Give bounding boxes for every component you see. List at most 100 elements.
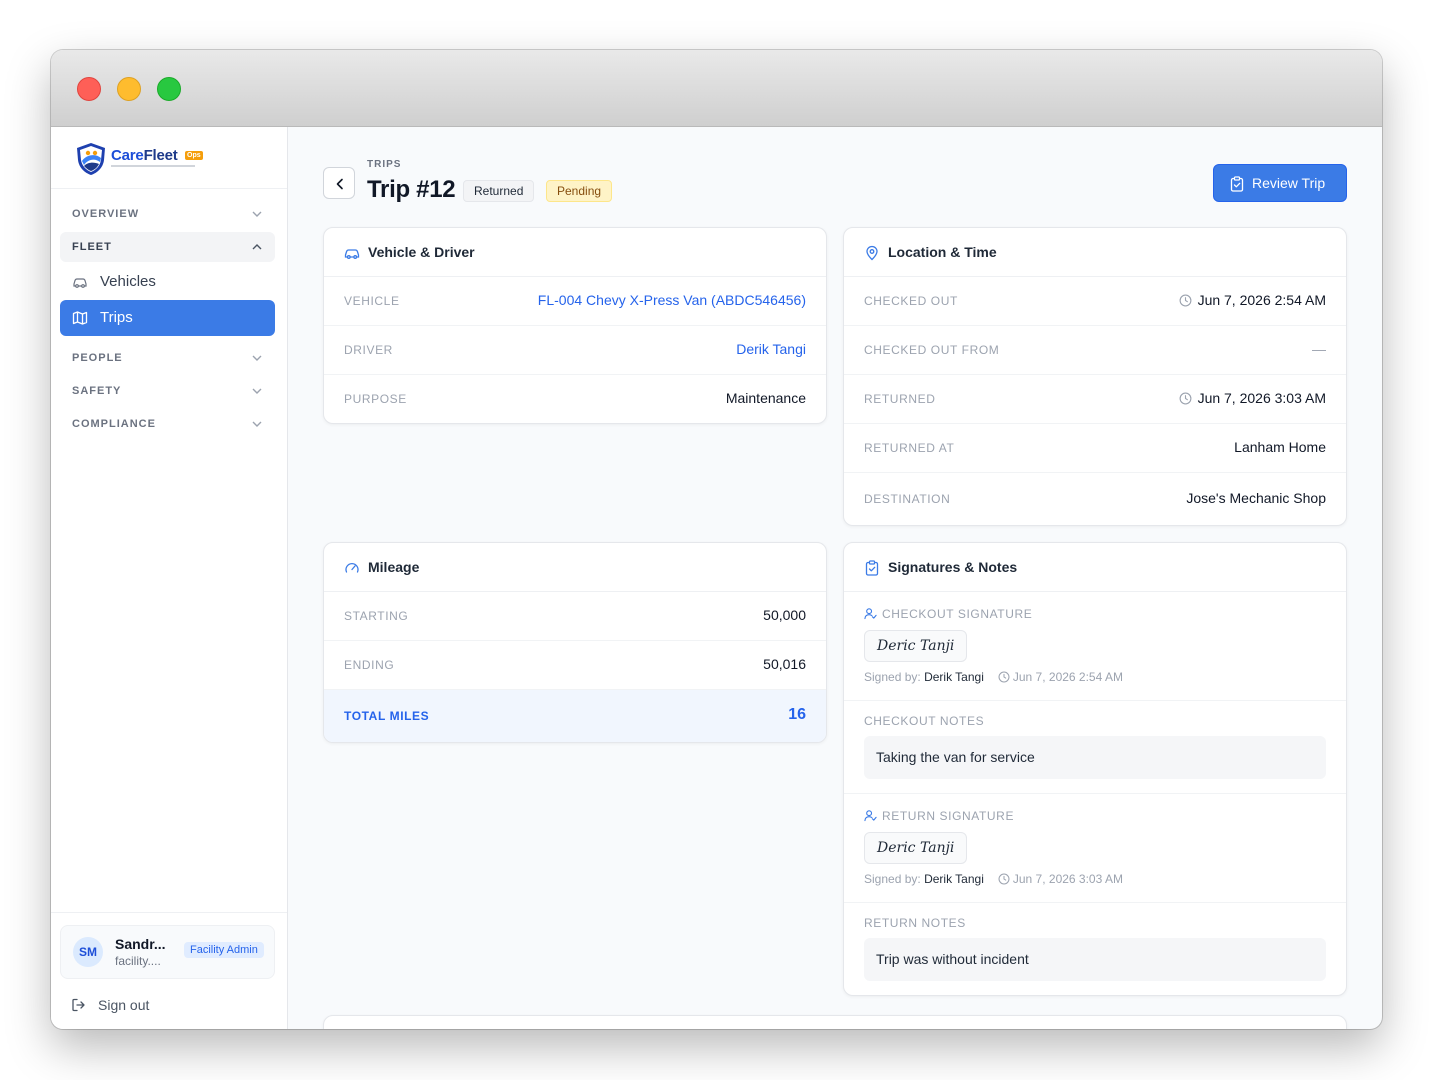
total-row: TOTAL MILES 16: [324, 690, 826, 742]
chevron-up-icon: [252, 244, 262, 250]
section-label: CHECKOUT NOTES: [864, 714, 985, 728]
row-value: Jose's Mechanic Shop: [1186, 490, 1326, 506]
clock-icon: [998, 873, 1010, 885]
vehicle-link[interactable]: FL-004 Chevy X-Press Van (ABDC546456): [538, 292, 806, 308]
car-icon: [344, 249, 360, 259]
signed-by-label: Signed by:: [864, 670, 921, 684]
user-email: facility....: [115, 954, 161, 968]
minimize-window-button[interactable]: [117, 77, 141, 101]
clipboard-check-icon: [1230, 176, 1244, 192]
card-header: Signatures & Notes: [844, 543, 1346, 592]
main-content: TRIPS Trip #12 Returned Pending Review T…: [288, 127, 1382, 1029]
signer-name: Derik Tangi: [924, 872, 984, 886]
review-trip-label: Review Trip: [1252, 175, 1326, 191]
role-badge: Facility Admin: [184, 942, 264, 958]
sidebar-item-vehicles[interactable]: Vehicles: [60, 264, 275, 300]
clipboard-check-icon: [865, 560, 879, 576]
detail-row: CHECKED OUT Jun 7, 2026 2:54 AM: [844, 277, 1346, 326]
clock-icon: [1179, 294, 1192, 307]
nav-section-overview[interactable]: OVERVIEW: [60, 199, 275, 229]
status-badge-pending: Pending: [546, 180, 613, 202]
driver-link[interactable]: Derik Tangi: [736, 341, 806, 357]
row-value: 50,016: [763, 656, 806, 672]
brand-tagline-graphic: [111, 165, 195, 167]
row-value: 50,000: [763, 607, 806, 623]
chevron-down-icon: [252, 355, 262, 361]
row-value: Lanham Home: [1234, 439, 1326, 455]
mileage-card: Mileage STARTING 50,000 ENDING 50,016 TO…: [323, 542, 827, 743]
signature-image: Deric Tanji: [864, 832, 968, 864]
row-label: CHECKED OUT: [864, 294, 958, 308]
row-label: TOTAL MILES: [344, 709, 430, 723]
vehicle-driver-card: Vehicle & Driver VEHICLE FL-004 Chevy X-…: [323, 227, 827, 424]
row-label: RETURNED AT: [864, 441, 955, 455]
title-bar: [51, 50, 1382, 127]
map-pin-icon: [866, 245, 878, 261]
notes-text: Taking the van for service: [864, 736, 1326, 779]
sidebar-item-label: Trips: [100, 309, 133, 326]
close-window-button[interactable]: [77, 77, 101, 101]
card-title: Vehicle & Driver: [368, 244, 475, 260]
location-time-card: Location & Time CHECKED OUT Jun 7, 2026 …: [843, 227, 1347, 526]
card-header: Vehicle & Driver: [324, 228, 826, 277]
row-value: —: [1312, 341, 1326, 357]
return-notes-block: RETURN NOTES Trip was without incident: [844, 903, 1346, 995]
detail-row: RETURNED Jun 7, 2026 3:03 AM: [844, 375, 1346, 424]
nav-section-people[interactable]: PEOPLE: [60, 343, 275, 373]
app-body: CareFleet Ops OVERVIEW FLEET Vehicles Tr…: [51, 127, 1382, 1029]
card-header: Mileage: [324, 543, 826, 592]
user-check-icon: [864, 608, 877, 620]
user-card[interactable]: SM Sandr... facility.... Facility Admin: [60, 925, 275, 979]
row-label: STARTING: [344, 609, 409, 623]
user-name: Sandr...: [115, 936, 166, 952]
row-label: ENDING: [344, 658, 395, 672]
nav-section-safety[interactable]: SAFETY: [60, 376, 275, 406]
nav-section-label: PEOPLE: [72, 352, 123, 364]
sidebar-item-trips[interactable]: Trips: [60, 300, 275, 336]
nav-section-label: COMPLIANCE: [72, 418, 156, 430]
nav-section-label: OVERVIEW: [72, 208, 140, 220]
signature-meta: Signed by: Derik Tangi Jun 7, 2026 2:54 A…: [864, 670, 1123, 684]
nav-section-fleet[interactable]: FLEET: [60, 232, 275, 262]
chevron-left-icon: [336, 178, 343, 190]
section-label-text: CHECKOUT SIGNATURE: [882, 607, 1033, 621]
row-label: RETURNED: [864, 392, 936, 406]
row-label: PURPOSE: [344, 392, 407, 406]
chevron-down-icon: [252, 421, 262, 427]
zoom-window-button[interactable]: [157, 77, 181, 101]
sidebar-footer: SM Sandr... facility.... Facility Admin …: [51, 912, 287, 1029]
brand-logo[interactable]: CareFleet Ops: [51, 127, 287, 189]
signatures-notes-card: Signatures & Notes CHECKOUT SIGNATURE De…: [843, 542, 1347, 996]
section-label: CHECKOUT SIGNATURE: [864, 607, 1032, 621]
detail-row: DRIVER Derik Tangi: [324, 326, 826, 375]
card-title: Mileage: [368, 559, 420, 575]
detail-row: PURPOSE Maintenance: [324, 375, 826, 423]
breadcrumb[interactable]: TRIPS: [367, 159, 401, 170]
signature-time: Jun 7, 2026 2:54 AM: [1012, 670, 1123, 684]
return-signature-block: RETURN SIGNATURE Deric Tanji Signed by: …: [844, 794, 1346, 903]
gauge-icon: [345, 562, 359, 573]
row-label: DRIVER: [344, 343, 393, 357]
section-label: RETURN SIGNATURE: [864, 809, 1014, 823]
shield-logo-icon: [77, 143, 105, 175]
clock-icon: [1179, 392, 1192, 405]
status-badge-returned: Returned: [463, 180, 535, 202]
detail-row: STARTING 50,000: [324, 592, 826, 641]
signature-meta: Signed by: Derik Tangi Jun 7, 2026 3:03 A…: [864, 872, 1123, 886]
nav-section-compliance[interactable]: COMPLIANCE: [60, 409, 275, 439]
card-header: Location & Time: [844, 228, 1346, 277]
page-title: Trip #12: [367, 176, 456, 203]
sidebar-item-label: Vehicles: [100, 273, 156, 290]
nav-section-label: FLEET: [72, 241, 112, 253]
review-trip-button[interactable]: Review Trip: [1213, 164, 1347, 202]
row-value: Jun 7, 2026 2:54 AM: [1179, 292, 1326, 308]
checkout-notes-block: CHECKOUT NOTES Taking the van for servic…: [844, 701, 1346, 794]
checked-out-time: Jun 7, 2026 2:54 AM: [1197, 292, 1326, 308]
sign-out-button[interactable]: Sign out: [71, 993, 149, 1017]
signature-time: Jun 7, 2026 3:03 AM: [1012, 872, 1123, 886]
chevron-down-icon: [252, 211, 262, 217]
car-icon: [73, 278, 87, 288]
back-button[interactable]: [323, 167, 355, 199]
card-title: Location & Time: [888, 244, 997, 260]
row-label: VEHICLE: [344, 294, 400, 308]
